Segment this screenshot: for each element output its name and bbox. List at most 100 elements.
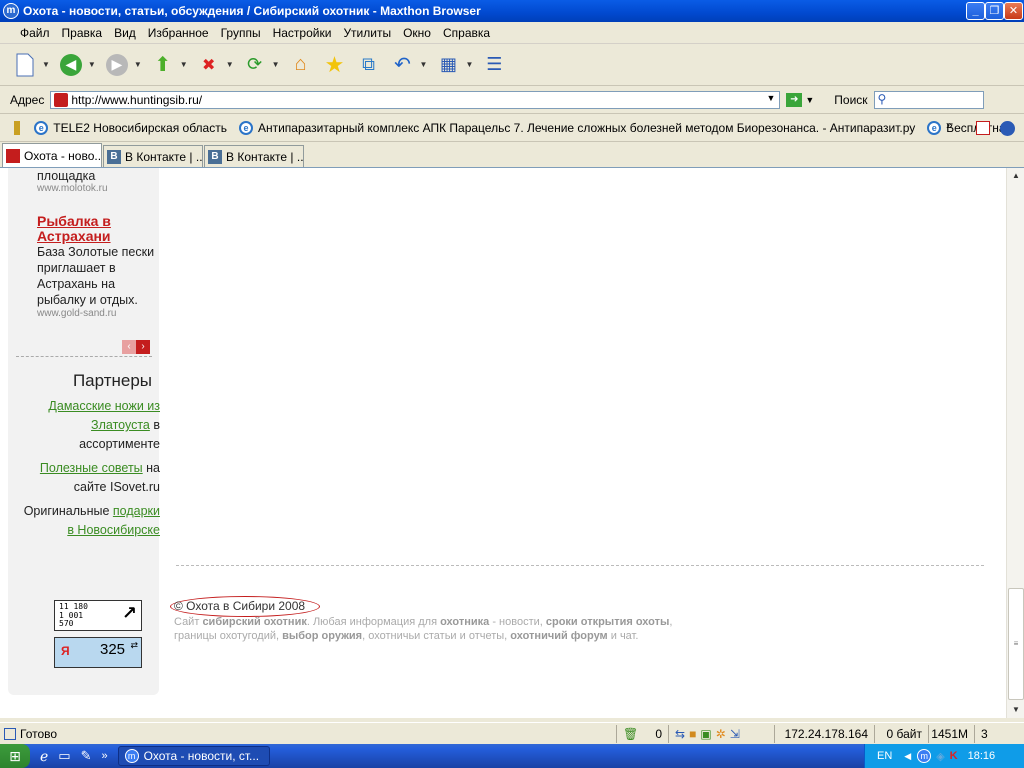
page-status-icon [4,727,16,740]
window-title: Охота - новости, статьи, обсуждения / Си… [23,4,481,18]
partner-link[interactable]: Дамасские ножи из Златоуста [48,399,160,432]
popup-block-icon[interactable]: ■ [689,727,696,741]
search-input[interactable]: ⚲ [873,90,984,109]
partner-link[interactable]: Полезные советы [40,461,143,475]
menu-help[interactable]: Справка [443,26,490,40]
status-counter-cell: 🗑 0 [616,724,668,743]
yandex-counter[interactable]: Я 325 ⇄ [54,637,142,668]
close-button[interactable]: ✕ [1004,2,1023,20]
scroll-up-arrow-icon[interactable]: ▲ [1008,168,1024,184]
up-button[interactable]: ⬆ [149,51,177,79]
status-icons-cell: ⇆ ■ ▣ ✲ ⇲ [668,724,774,743]
go-button[interactable]: ➜ [786,92,803,107]
taskbar-button-browser[interactable]: m Охота - новости, ст... [117,746,270,766]
stop-button[interactable]: ✖ [195,51,223,79]
favorite-link-antiparazit[interactable]: e Антипаразитарный комплекс АПК Парацель… [238,120,915,135]
menu-file[interactable]: Файл [20,26,50,40]
sidebar-toggle-button[interactable]: ☰ [480,51,508,79]
vertical-scrollbar[interactable]: ▲ ≡ ▼ [1006,168,1024,718]
undo-close-button[interactable]: ↶ [389,51,417,79]
tab-bar: Охота - ново... В В Контакте | ... В В К… [0,142,1024,168]
home-button[interactable]: ⌂ [287,51,315,79]
tab-hunting[interactable]: Охота - ново... [2,143,102,167]
address-input[interactable]: http://www.huntingsib.ru/ ▼ [50,90,781,109]
menu-settings[interactable]: Настройки [273,26,332,40]
undo-dropdown[interactable]: ▼ [420,60,428,69]
favorites-button[interactable]: ★ [321,51,349,79]
new-page-button[interactable] [11,51,39,79]
liveinternet-counter[interactable]: 11 180 1 001 570 ↗ [54,600,142,631]
start-button[interactable]: ⊞ [0,744,30,768]
trash-icon[interactable]: 🗑 [623,727,638,741]
arrow-icon: ↗ [121,603,137,623]
back-button[interactable]: ◀ [57,51,85,79]
restore-window-button[interactable]: ⧉ [355,51,383,79]
kaspersky-icon[interactable]: K [950,750,958,762]
forward-dropdown[interactable]: ▼ [134,60,142,69]
scroll-down-arrow-icon[interactable]: ▼ [1008,702,1024,718]
menu-view[interactable]: Вид [114,26,136,40]
compass-icon[interactable] [1000,121,1015,136]
ad-url[interactable]: www.molotok.ru [37,183,108,194]
go-dropdown[interactable]: ▼ [805,95,814,105]
proxy-icon[interactable]: ⇲ [730,727,740,741]
menu-favorites[interactable]: Избранное [148,26,209,40]
menu-utilities[interactable]: Утилиты [343,26,391,40]
ad-text: База Золотые пески приглашает в Астрахан… [37,245,155,307]
menu-window[interactable]: Окно [403,26,431,40]
ad-title-link[interactable]: Рыбалка в Астрахани [37,214,147,244]
screenshot-icon[interactable] [976,121,990,135]
download-icon[interactable]: ▣ [700,727,711,741]
search-icon: ⚲ [877,91,887,106]
ie-quicklaunch-icon[interactable]: ℯ [40,748,48,765]
stop-icon: ✖ [201,56,216,74]
status-bar: Готово 🗑 0 ⇆ ■ ▣ ✲ ⇲ 172.24.178.164 0 ба… [0,722,1024,744]
star-icon: ★ [324,51,345,77]
groups-dropdown[interactable]: ▼ [465,60,473,69]
network-icon[interactable]: ⇆ [675,727,685,741]
ad-prev-arrow-icon[interactable]: ‹ [122,340,136,354]
windows-logo-icon: ⊞ [9,747,21,764]
favorites-folder-icon[interactable] [14,120,21,135]
ad-url[interactable]: www.gold-sand.ru [37,308,116,319]
maxthon-tray-icon[interactable]: m [917,749,932,763]
maximize-button[interactable]: ❐ [985,2,1004,20]
tab-vkontakte-1[interactable]: В В Контакте | ... [103,145,203,167]
network-tray-icon[interactable]: ◈ [936,750,944,763]
desktop-quicklaunch-icon[interactable]: ▭ [58,748,70,764]
search-label: Поиск [834,92,868,107]
stop-dropdown[interactable]: ▼ [226,60,234,69]
partners-heading: Партнеры [72,371,152,390]
tab-label: В Контакте | ... [226,149,304,164]
refresh-dropdown[interactable]: ▼ [272,60,280,69]
tab-vkontakte-2[interactable]: В В Контакте | ... [204,145,304,167]
pencil-quicklaunch-icon[interactable]: ✎ [81,748,92,764]
gear-icon[interactable]: ✲ [716,727,726,741]
quicklaunch-overflow-icon[interactable]: » [102,750,108,762]
scroll-thumb[interactable]: ≡ [1008,588,1024,700]
tray-expand-icon[interactable]: ◀ [904,751,911,762]
ad-next-arrow-icon[interactable]: › [136,340,150,354]
refresh-button[interactable]: ⟳ [241,51,269,79]
groups-button[interactable]: ▦ [434,51,462,79]
divider [16,356,152,357]
menu-edit[interactable]: Правка [62,26,103,40]
back-dropdown[interactable]: ▼ [88,60,96,69]
menu-groups[interactable]: Группы [221,26,261,40]
language-indicator[interactable]: EN [877,750,892,762]
new-page-dropdown[interactable]: ▼ [42,60,50,69]
refresh-icon: ⇄ [130,640,138,650]
calendar-icon: ▦ [439,54,457,74]
home-icon: ⌂ [294,53,307,75]
taskbar-button-label: Охота - новости, ст... [143,749,260,763]
address-dropdown-icon[interactable]: ▼ [766,93,775,103]
minimize-button[interactable]: _ [966,2,985,20]
menu-bar: Файл Правка Вид Избранное Группы Настрой… [0,22,1024,44]
up-folder-icon: ⬆ [154,54,172,76]
forward-button[interactable]: ▶ [103,51,131,79]
up-dropdown[interactable]: ▼ [180,60,188,69]
favorite-link-tele2[interactable]: e TELE2 Новосибирская область [34,120,227,135]
page-viewport: площадка www.molotok.ru Рыбалка в Астрах… [0,168,1006,718]
tab-label: В Контакте | ... [125,149,203,164]
favorites-overflow-chevron-icon[interactable]: » [946,118,953,132]
